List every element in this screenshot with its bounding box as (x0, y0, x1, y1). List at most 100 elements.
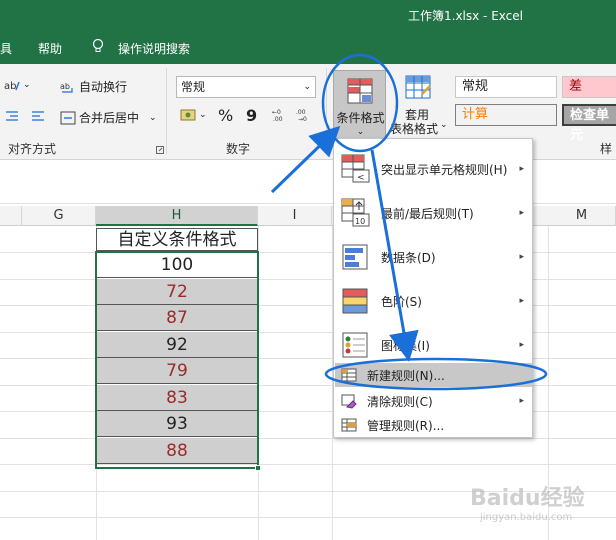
chevron-right-icon: ▸ (519, 252, 524, 262)
svg-text:←0: ←0 (272, 109, 281, 116)
menu-item-clear-rules[interactable]: 清除规则(C) ▸ (335, 389, 532, 413)
svg-text:→0: →0 (298, 116, 307, 122)
conditional-format-button[interactable]: 条件格式 ⌄ (333, 70, 386, 144)
eraser-icon (341, 394, 357, 409)
chevron-right-icon: ▸ (519, 208, 524, 218)
color-scales-label: 色阶(S) (381, 294, 422, 309)
grid-line (0, 464, 616, 465)
chevron-down-icon: ⌄ (440, 120, 448, 130)
value-cell[interactable]: 87 (96, 305, 258, 331)
decrease-decimal-icon: .00→0 (296, 109, 307, 122)
chevron-right-icon: ▸ (519, 396, 524, 406)
svg-text:ab: ab (60, 82, 70, 91)
format-as-table-label-2: 表格格式 (390, 122, 439, 136)
comma-label: 9 (246, 106, 258, 125)
number-format-select[interactable]: 常规 ⌄ (176, 76, 316, 98)
column-header-g[interactable]: G (22, 206, 96, 226)
value-cell[interactable]: 79 (96, 358, 258, 384)
select-all-corner[interactable] (0, 206, 22, 226)
menu-item-top-bottom[interactable]: 10 最前/最后规则(T) ▸ (335, 191, 532, 235)
menu-item-manage-rules[interactable]: 管理规则(R)... (335, 413, 532, 437)
style-normal-label: 常规 (462, 79, 489, 94)
lightbulb-icon (92, 38, 104, 52)
value-cell[interactable]: 93 (96, 411, 258, 437)
value-cell[interactable]: 88 (96, 437, 258, 464)
grid-line (258, 226, 259, 540)
svg-text:.00: .00 (296, 109, 306, 116)
style-normal[interactable]: 常规 (455, 76, 557, 98)
style-check-label: 检查单元 (570, 108, 610, 143)
align-group-label: 对齐方式 (8, 142, 57, 156)
chevron-down-icon: ⌄ (356, 127, 365, 137)
svg-text:.00: .00 (273, 116, 283, 122)
number-format-value: 常规 (181, 80, 206, 94)
chevron-down-icon: ⌄ (199, 110, 207, 120)
accounting-format-button[interactable]: ⌄ (180, 108, 207, 122)
fill-handle[interactable] (255, 465, 261, 471)
menu-item-highlight-rules[interactable]: < 突出显示单元格规则(H) ▸ (335, 147, 532, 191)
group-divider (166, 68, 167, 154)
percent-button[interactable]: % (218, 106, 233, 125)
conditional-format-icon (347, 78, 373, 104)
style-calc[interactable]: 计算 (455, 104, 557, 126)
data-bars-label: 数据条(D) (381, 250, 436, 265)
chevron-right-icon: ▸ (519, 164, 524, 174)
chevron-down-icon: ⌄ (23, 80, 31, 90)
manage-rules-label: 管理规则(R)... (367, 418, 445, 433)
style-check[interactable]: 检查单元 (562, 104, 616, 143)
data-bars-icon (342, 244, 368, 270)
indent-icon (6, 111, 18, 121)
window-title: 工作簿1.xlsx - Excel (408, 9, 523, 23)
outdent-button[interactable] (30, 109, 49, 123)
value-cell[interactable]: 92 (96, 331, 258, 358)
chevron-right-icon: ▸ (519, 340, 524, 350)
increase-decimal-button[interactable]: ←0.00 (272, 108, 291, 122)
comma-style-button[interactable]: 9 (246, 106, 257, 125)
clear-rules-label: 清除规则(C) (367, 394, 433, 409)
column-header-i[interactable]: I (258, 206, 332, 226)
orientation-button[interactable]: ab ⌄ (4, 78, 31, 92)
header-cell[interactable]: 自定义条件格式 (96, 228, 258, 251)
menu-help[interactable]: 帮助 (38, 40, 62, 57)
outdent-icon (32, 111, 44, 121)
value-cell[interactable]: 83 (96, 384, 258, 411)
manage-rules-icon (341, 418, 357, 432)
menu-item-icon-sets[interactable]: 图标集(I) ▸ (335, 323, 532, 367)
column-header-m[interactable]: M (548, 206, 616, 226)
style-calc-label: 计算 (462, 107, 489, 122)
chevron-down-icon: ⌄ (303, 82, 311, 92)
style-bad-label: 差 (569, 79, 583, 94)
new-rule-label: 新建规则(N)... (367, 368, 445, 383)
menu-tools[interactable]: 具 (0, 40, 12, 57)
svg-text:10: 10 (355, 217, 365, 226)
svg-text:<: < (357, 173, 365, 183)
styles-group-label: 样 (600, 142, 613, 156)
chevron-right-icon: ▸ (519, 296, 524, 306)
merge-center-button[interactable]: 合并后居中 ⌄ (60, 109, 157, 126)
menu-item-new-rule[interactable]: 新建规则(N)... (335, 363, 532, 387)
watermark-logo: Baidu经验 (470, 486, 585, 511)
wrap-text-button[interactable]: ab 自动换行 (60, 78, 127, 95)
conditional-format-label: 条件格式 (336, 111, 385, 125)
wrap-text-icon: ab (60, 82, 73, 93)
color-scales-icon (342, 288, 368, 314)
chevron-down-icon: ⌄ (149, 112, 157, 123)
menu-item-color-scales[interactable]: 色阶(S) ▸ (335, 279, 532, 323)
tell-me-search[interactable]: 操作说明搜索 (118, 40, 190, 57)
percent-label: % (218, 106, 234, 125)
watermark-url: jingyan.baidu.com (480, 512, 573, 523)
value-cell[interactable]: 72 (96, 278, 258, 305)
menu-item-data-bars[interactable]: 数据条(D) ▸ (335, 235, 532, 279)
value-cell[interactable]: 100 (96, 252, 258, 278)
dialog-launcher-icon[interactable] (156, 146, 164, 154)
indent-button[interactable] (4, 109, 23, 123)
decrease-decimal-button[interactable]: .00 →0 (296, 108, 315, 122)
svg-text:ab: ab (4, 81, 16, 92)
new-rule-icon (341, 368, 357, 382)
style-bad[interactable]: 差 (562, 76, 616, 98)
group-divider (326, 68, 327, 154)
column-header-h[interactable]: H (96, 206, 258, 226)
highlight-rules-label: 突出显示单元格规则(H) (381, 162, 508, 177)
top-bottom-label: 最前/最后规则(T) (381, 206, 474, 221)
icon-sets-label: 图标集(I) (381, 338, 430, 353)
